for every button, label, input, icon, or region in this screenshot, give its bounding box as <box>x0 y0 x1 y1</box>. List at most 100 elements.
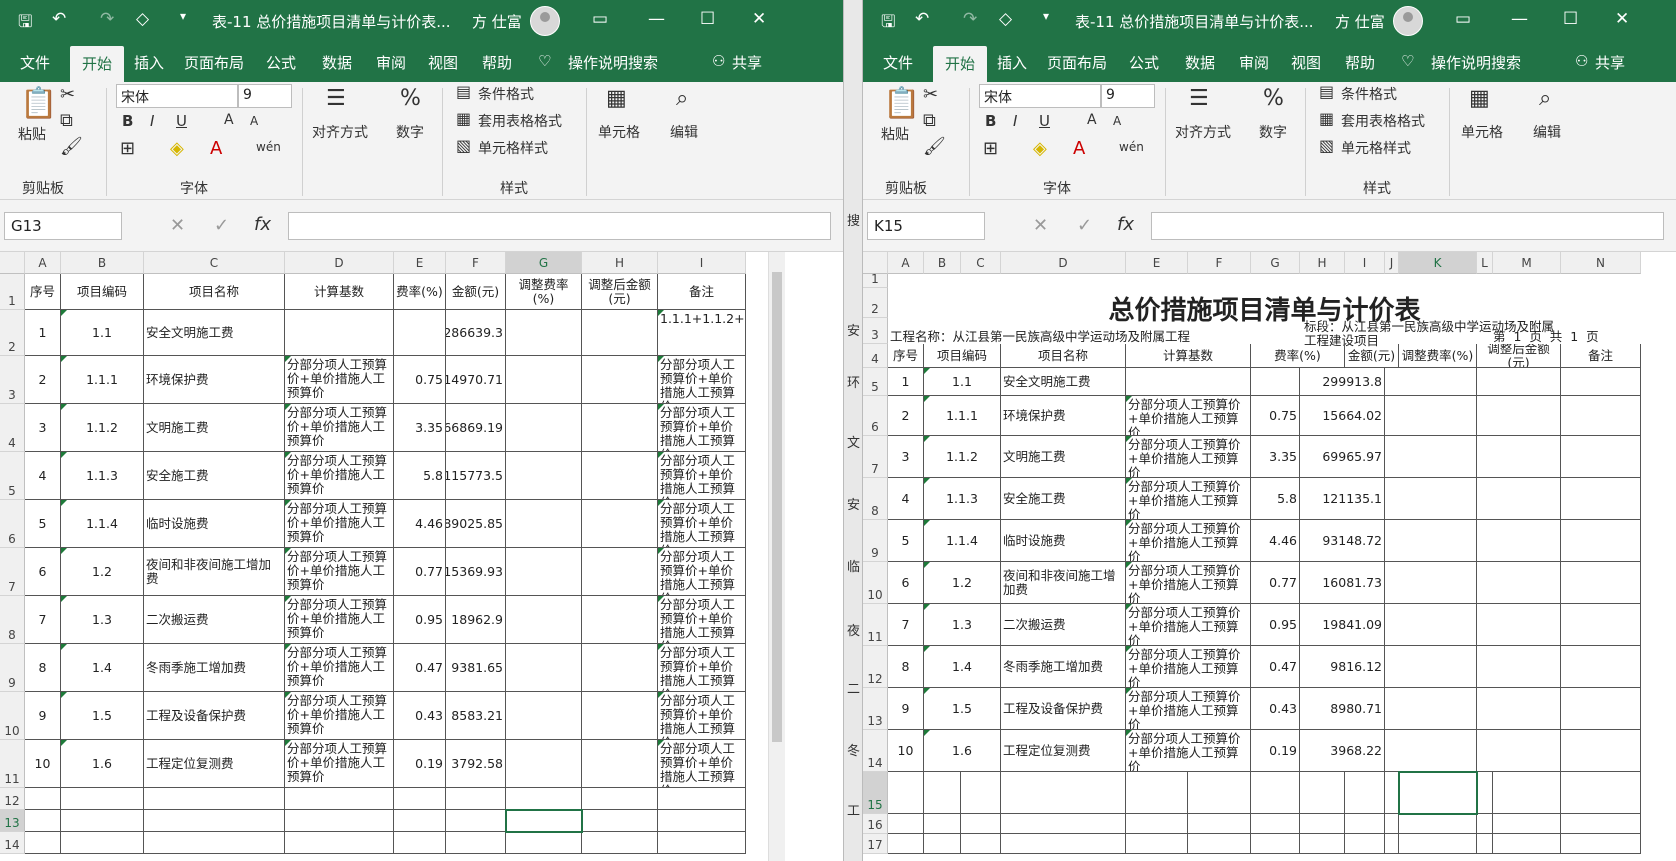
search-icon[interactable]: ⌕ <box>676 86 688 111</box>
font-color-icon[interactable]: A <box>1073 138 1085 159</box>
row-header[interactable]: 9 <box>0 644 25 692</box>
note-cell[interactable]: 分部分项人工预算价+单价措施人工预算价 <box>658 500 746 548</box>
empty-cell[interactable] <box>1300 834 1345 854</box>
empty-cell[interactable] <box>1251 814 1300 834</box>
table-row[interactable]: 8 <box>888 646 924 688</box>
customize-toolbar-icon[interactable]: ▾ <box>180 9 186 23</box>
rate-cell[interactable]: 0.47 <box>394 644 446 692</box>
formula-input[interactable] <box>1151 212 1664 240</box>
empty-cell[interactable] <box>888 834 924 854</box>
table-row[interactable]: 2 <box>25 356 61 404</box>
row-header[interactable]: 7 <box>0 548 25 596</box>
tab-3[interactable]: 页面布局 <box>1047 52 1107 73</box>
base-cell[interactable]: 分部分项人工预算价+单价措施人工预算价 <box>285 740 394 788</box>
adjusted-amount-cell[interactable] <box>1477 436 1561 478</box>
row-header[interactable]: 17 <box>863 834 888 854</box>
rate-cell[interactable]: 0.43 <box>394 692 446 740</box>
empty-cell[interactable] <box>144 788 285 810</box>
empty-cell[interactable] <box>25 832 61 854</box>
empty-cell[interactable] <box>1345 772 1385 814</box>
row-header[interactable]: 10 <box>863 562 888 604</box>
header-cell[interactable]: 调整后金额(元) <box>582 274 658 310</box>
rate-cell[interactable]: 0.77 <box>1251 562 1300 604</box>
rate-cell[interactable] <box>1251 368 1300 396</box>
italic-button[interactable]: I <box>150 112 154 130</box>
table-row[interactable]: 3 <box>25 404 61 452</box>
name-cell[interactable]: 二次搬运费 <box>1001 604 1126 646</box>
table-row[interactable]: 6 <box>888 562 924 604</box>
note-cell[interactable]: 分部分项人工预算价+单价措施人工预算价 <box>658 692 746 740</box>
name-cell[interactable]: 环境保护费 <box>144 356 285 404</box>
insert-function-icon[interactable]: fx <box>1117 214 1134 235</box>
adjusted-rate-cell[interactable] <box>1385 730 1477 772</box>
font-name-select[interactable]: 宋体 <box>116 84 238 108</box>
adjusted-amount-cell[interactable] <box>582 310 658 356</box>
rate-cell[interactable]: 0.95 <box>394 596 446 644</box>
note-cell[interactable] <box>1561 604 1641 646</box>
header-cell[interactable]: 序号 <box>888 344 924 368</box>
base-cell[interactable]: 分部分项人工预算价+单价措施人工预算价 <box>1126 520 1251 562</box>
header-cell[interactable]: 金额(元) <box>1345 344 1399 368</box>
tab-3[interactable]: 页面布局 <box>184 52 244 73</box>
adjusted-rate-cell[interactable] <box>506 356 582 404</box>
amount-cell[interactable]: 115773.5 <box>446 452 506 500</box>
row-header[interactable]: 14 <box>863 730 888 772</box>
copy-icon[interactable]: ⧉ <box>60 110 73 131</box>
adjusted-amount-cell[interactable] <box>1477 646 1561 688</box>
adjusted-rate-cell[interactable] <box>506 500 582 548</box>
adjusted-rate-cell[interactable] <box>1385 436 1477 478</box>
search-icon[interactable]: ⌕ <box>1539 86 1551 111</box>
paste-button[interactable]: 粘贴 <box>18 124 46 144</box>
name-cell[interactable]: 安全文明施工费 <box>1001 368 1126 396</box>
adjusted-amount-cell[interactable] <box>1477 730 1561 772</box>
row-header[interactable]: 8 <box>863 478 888 520</box>
row-header[interactable]: 6 <box>0 500 25 548</box>
border-icon[interactable]: ⊞ <box>120 138 135 159</box>
adjusted-rate-cell[interactable] <box>1385 604 1477 646</box>
cut-icon[interactable]: ✂ <box>923 84 938 105</box>
row-header[interactable]: 6 <box>863 396 888 436</box>
row-header[interactable]: 4 <box>863 344 888 368</box>
ribbon-display-icon[interactable]: ▭ <box>592 9 608 29</box>
column-header[interactable]: A <box>25 252 61 274</box>
note-cell[interactable] <box>1561 562 1641 604</box>
row-header[interactable]: 14 <box>0 832 25 854</box>
amount-cell[interactable]: 69965.97 <box>1300 436 1385 478</box>
adjusted-amount-cell[interactable] <box>582 356 658 404</box>
note-cell[interactable] <box>1561 646 1641 688</box>
column-header[interactable]: E <box>394 252 446 274</box>
conditional-format-button[interactable]: 条件格式 <box>1341 84 1397 104</box>
empty-cell[interactable] <box>582 788 658 810</box>
note-cell[interactable] <box>1561 688 1641 730</box>
enter-icon[interactable]: ✓ <box>1077 215 1092 236</box>
row-header[interactable]: 15 <box>863 772 888 814</box>
empty-cell[interactable] <box>61 832 144 854</box>
amount-cell[interactable]: 8980.71 <box>1300 688 1385 730</box>
base-cell[interactable]: 分部分项人工预算价+单价措施人工预算价 <box>285 596 394 644</box>
header-cell[interactable]: 调整后金额(元) <box>1477 344 1561 368</box>
amount-cell[interactable]: 15664.02 <box>1300 396 1385 436</box>
row-header[interactable]: 4 <box>0 404 25 452</box>
table-row[interactable]: 9 <box>888 688 924 730</box>
table-row[interactable]: 7 <box>25 596 61 644</box>
table-row[interactable]: 9 <box>25 692 61 740</box>
note-cell[interactable]: 分部分项人工预算价+单价措施人工预算价 <box>658 596 746 644</box>
table-row[interactable]: 6 <box>25 548 61 596</box>
header-cell[interactable]: 项目名称 <box>1001 344 1126 368</box>
empty-cell[interactable] <box>924 814 961 834</box>
amount-cell[interactable]: 19841.09 <box>1300 604 1385 646</box>
amount-cell[interactable]: 93148.72 <box>1300 520 1385 562</box>
note-cell[interactable]: 分部分项人工预算价+单价措施人工预算价 <box>658 740 746 788</box>
empty-cell[interactable] <box>1385 772 1399 814</box>
enter-icon[interactable]: ✓ <box>214 215 229 236</box>
table-format-button[interactable]: 套用表格格式 <box>478 111 562 131</box>
name-cell[interactable]: 文明施工费 <box>1001 436 1126 478</box>
tab-4[interactable]: 公式 <box>1129 52 1159 73</box>
phonetic-icon[interactable]: wén <box>1119 140 1144 154</box>
note-cell[interactable]: 分部分项人工预算价+单价措施人工预算价 <box>658 356 746 404</box>
maximize-icon[interactable]: ☐ <box>700 9 715 29</box>
empty-cell[interactable] <box>924 772 961 814</box>
tab-2[interactable]: 插入 <box>134 52 164 73</box>
row-header[interactable]: 3 <box>0 356 25 404</box>
tab-5[interactable]: 数据 <box>1185 52 1215 73</box>
